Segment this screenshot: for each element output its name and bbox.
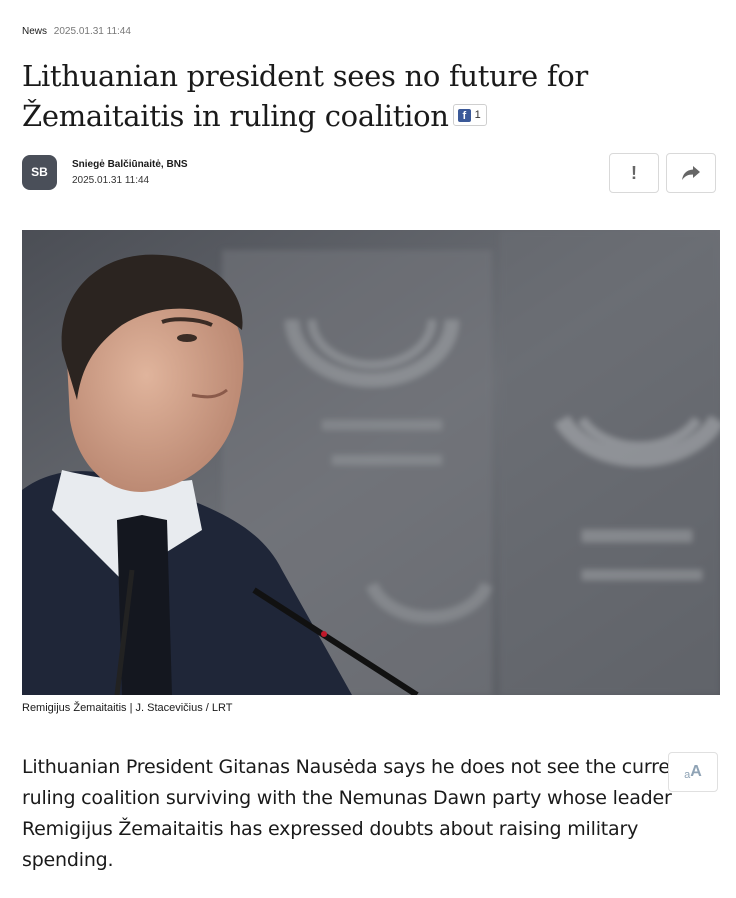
report-error-button[interactable]: !: [609, 153, 659, 193]
author-avatar[interactable]: SB: [22, 155, 57, 190]
share-arrow-icon: [682, 166, 700, 180]
article-meta: News 2025.01.31 11:44: [22, 25, 131, 39]
category-label[interactable]: News: [22, 26, 47, 37]
article-title: Lithuanian president sees no future for …: [22, 56, 682, 136]
facebook-share-count: 1: [474, 109, 481, 121]
author-row: SB Sniegė Balčiūnaitė, BNS 2025.01.31 11…: [22, 153, 720, 193]
publish-time: 2025.01.31 11:44: [53, 26, 131, 37]
article-photo[interactable]: [22, 230, 720, 695]
exclamation-icon: !: [631, 162, 637, 183]
facebook-share-badge[interactable]: f1: [452, 104, 488, 126]
share-button[interactable]: [666, 153, 716, 193]
text-size-button[interactable]: aA: [668, 752, 718, 792]
author-date: 2025.01.31 11:44: [72, 175, 150, 186]
facebook-icon: f: [457, 108, 471, 122]
author-name[interactable]: Sniegė Balčiūnaitė, BNS: [72, 159, 188, 170]
photo-caption: Remigijus Žemaitaitis | J. Stacevičius /…: [22, 702, 233, 714]
article-title-text: Lithuanian president sees no future for …: [22, 59, 588, 133]
text-size-large-glyph: A: [690, 763, 702, 780]
portrait-photo-image: [22, 230, 720, 695]
article-lead: Lithuanian President Gitanas Nausėda say…: [22, 756, 689, 871]
